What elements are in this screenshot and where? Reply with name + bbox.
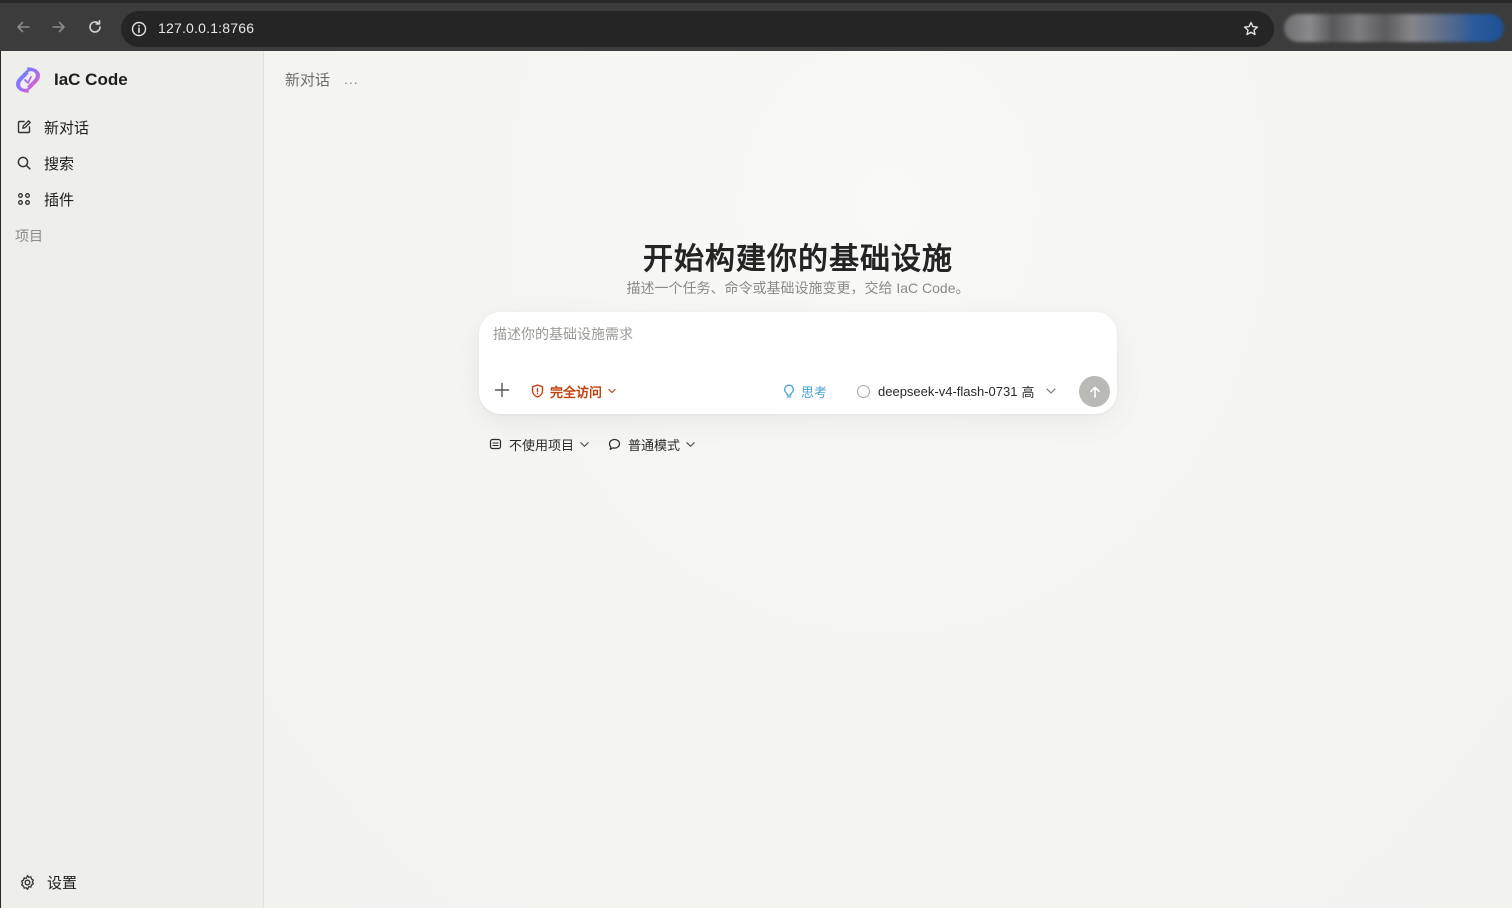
search-icon: [15, 154, 33, 172]
prompt-input[interactable]: [493, 324, 1093, 352]
extensions-profile-area[interactable]: [1284, 14, 1504, 42]
model-selector[interactable]: deepseek-v4-flash-0731 高: [857, 381, 1057, 401]
think-toggle[interactable]: 思考: [783, 381, 827, 401]
mode-selector[interactable]: 普通模式: [608, 435, 696, 454]
sidebar: IaC Code 新对话 搜索 插件 项目 设置: [1, 51, 264, 908]
iac-code-logo-icon: [16, 67, 40, 93]
plugins-icon: [15, 190, 33, 208]
model-name: deepseek-v4-flash-0731: [878, 383, 1018, 399]
composer-options: 不使用项目 普通模式: [489, 434, 714, 454]
sidebar-item-new-chat[interactable]: 新对话: [15, 114, 89, 140]
project-icon: [489, 438, 502, 450]
forward-icon[interactable]: [47, 15, 71, 39]
chevron-down-icon: [1045, 388, 1056, 394]
star-icon[interactable]: [1242, 20, 1260, 38]
chevron-down-icon: [608, 388, 616, 394]
arrow-up-icon: [1089, 386, 1100, 398]
new-chat-icon: [15, 118, 33, 136]
sidebar-item-label: 插件: [44, 191, 75, 209]
address-bar[interactable]: 127.0.0.1:8766: [121, 11, 1274, 47]
projects-section-label: 项目: [15, 228, 43, 244]
plus-icon: [494, 382, 510, 398]
hero-subtitle: 描述一个任务、命令或基础设施变更，交给 IaC Code。: [626, 280, 970, 296]
chat-bubble-icon: [608, 438, 621, 450]
conversation-header: 新对话 ...: [285, 68, 359, 90]
settings-button[interactable]: 设置: [18, 871, 77, 893]
project-selector-label: 不使用项目: [509, 437, 575, 453]
send-button[interactable]: [1079, 376, 1110, 407]
access-level-label: 完全访问: [550, 384, 603, 400]
reload-icon[interactable]: [83, 15, 107, 39]
prompt-composer: 完全访问 思考 deepseek-v4-flash-0731 高: [479, 312, 1117, 414]
chevron-down-icon: [580, 441, 589, 447]
more-options-button[interactable]: ...: [344, 71, 359, 87]
chevron-down-icon: [686, 441, 695, 447]
browser-toolbar: 127.0.0.1:8766: [0, 0, 1512, 51]
access-level-dropdown[interactable]: 完全访问: [531, 381, 617, 401]
main-panel: 新对话 ... 开始构建你的基础设施 描述一个任务、命令或基础设施变更，交给 I…: [264, 51, 1512, 908]
sidebar-item-label: 新对话: [44, 119, 90, 137]
lightbulb-icon: [784, 384, 794, 398]
gear-icon: [18, 873, 36, 891]
app-window: IaC Code 新对话 搜索 插件 项目 设置 新对话 ... 开始构建你的基…: [0, 51, 1512, 908]
sidebar-item-plugins[interactable]: 插件: [15, 186, 74, 212]
info-icon[interactable]: [130, 20, 148, 38]
back-icon[interactable]: [11, 15, 35, 39]
url-text[interactable]: 127.0.0.1:8766: [158, 20, 254, 36]
mode-selector-label: 普通模式: [628, 437, 681, 453]
sidebar-item-search[interactable]: 搜索: [15, 150, 74, 176]
add-attachment-button[interactable]: [491, 379, 513, 401]
shield-icon: [531, 384, 544, 398]
conversation-title: 新对话: [285, 71, 331, 89]
brand[interactable]: IaC Code: [14, 66, 128, 94]
brand-name: IaC Code: [54, 70, 128, 89]
sidebar-item-label: 搜索: [44, 155, 75, 173]
think-label: 思考: [801, 384, 828, 400]
model-status-icon: [857, 384, 870, 398]
model-tier: 高: [1021, 384, 1035, 400]
project-selector[interactable]: 不使用项目: [489, 435, 590, 454]
hero-title: 开始构建你的基础设施: [643, 243, 953, 276]
settings-label: 设置: [47, 874, 78, 892]
